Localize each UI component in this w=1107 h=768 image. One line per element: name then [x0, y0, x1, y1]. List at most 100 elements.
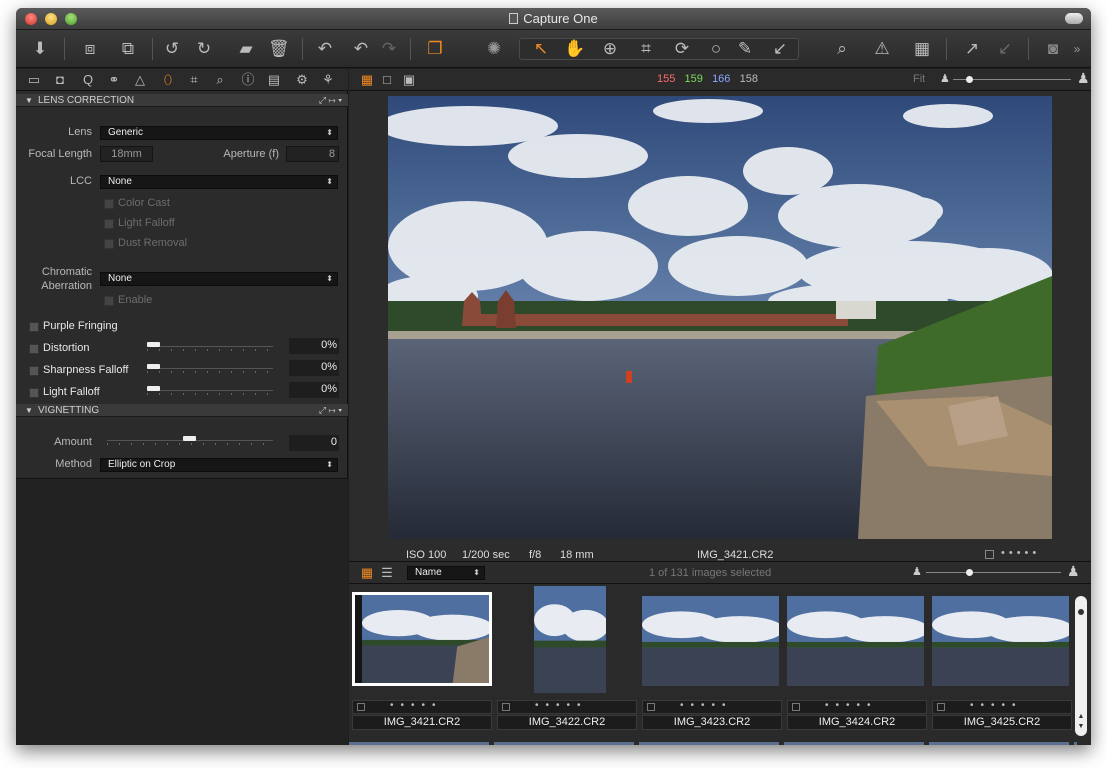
- chromatic-aberration-select[interactable]: None ⬍: [100, 272, 338, 286]
- camera-icon[interactable]: ◙: [1042, 39, 1064, 59]
- thumbnail-cell[interactable]: ••••• IMG_3421.CR2: [352, 592, 492, 736]
- thumbnail-checkbox[interactable]: [502, 703, 510, 711]
- rotate-left-icon[interactable]: ↺: [162, 39, 182, 59]
- lens-tab-icon[interactable]: ⬯: [160, 72, 176, 88]
- move-to-folder-icon[interactable]: ▰: [234, 39, 258, 59]
- thumbnail-rating-dots[interactable]: •••••: [970, 700, 1023, 711]
- library-tab-icon[interactable]: ▭: [26, 72, 42, 88]
- light-falloff-checkbox[interactable]: [29, 388, 39, 398]
- collapse-triangle-icon[interactable]: ▼: [25, 94, 33, 107]
- main-photo[interactable]: [388, 96, 1052, 539]
- export-icon[interactable]: ⧉: [116, 39, 140, 59]
- sharpness-falloff-checkbox[interactable]: [29, 366, 39, 376]
- import-icon[interactable]: ⬇: [30, 39, 50, 59]
- amount-slider[interactable]: [107, 435, 273, 447]
- color-tab-icon[interactable]: ⚭: [106, 72, 122, 88]
- apply-adjustments-icon[interactable]: ↙: [994, 39, 1016, 59]
- crop-tool-icon[interactable]: ⌗: [632, 39, 660, 59]
- overflow-chevron-icon[interactable]: »: [1070, 39, 1084, 59]
- color-cast-checkbox[interactable]: [104, 199, 114, 209]
- thumbnail-rating-dots[interactable]: •••••: [390, 700, 443, 711]
- grid-view-icon[interactable]: ▦: [359, 565, 375, 581]
- viewer-rating-dots[interactable]: •••••: [1001, 547, 1040, 559]
- keystone-tool-icon[interactable]: ○: [706, 39, 726, 59]
- distortion-slider[interactable]: [147, 341, 273, 353]
- multi-view-icon[interactable]: ▦: [359, 72, 375, 88]
- thumbnail-cell[interactable]: ••••• IMG_3423.CR2: [642, 596, 782, 736]
- composition-tab-icon[interactable]: ⌗: [186, 72, 202, 88]
- viewer-select-checkbox[interactable]: [985, 550, 994, 559]
- thumbnail-image[interactable]: [534, 586, 606, 693]
- picker-tool-icon[interactable]: ✎: [732, 39, 758, 59]
- dust-removal-checkbox[interactable]: [104, 239, 114, 249]
- distortion-value[interactable]: 0%: [289, 338, 339, 354]
- ca-enable-checkbox[interactable]: [104, 296, 114, 306]
- copy-adjustments-icon[interactable]: ↗: [961, 39, 983, 59]
- collapse-triangle-icon[interactable]: ▼: [25, 404, 33, 417]
- aperture-field[interactable]: 8: [286, 146, 339, 162]
- list-view-icon[interactable]: ☰: [379, 565, 395, 581]
- distortion-checkbox[interactable]: [29, 344, 39, 354]
- browser-scrollbar[interactable]: ▲ ▼: [1075, 596, 1087, 736]
- apply-tool-icon[interactable]: ↙: [766, 39, 794, 59]
- toolbar-toggle-button[interactable]: [1065, 13, 1083, 24]
- thumbnail-image[interactable]: [787, 596, 924, 686]
- variants-icon[interactable]: ❐: [422, 39, 448, 59]
- metadata-tab-icon[interactable]: ⓘ: [240, 72, 256, 88]
- thumbnail-rating-strip[interactable]: •••••: [497, 700, 637, 714]
- lens-select[interactable]: Generic ⬍: [100, 126, 338, 140]
- thumbnail-cell[interactable]: ••••• IMG_3422.CR2: [497, 586, 637, 736]
- pan-hand-icon[interactable]: ✋: [562, 39, 588, 59]
- thumbnail-cell[interactable]: ••••• IMG_3425.CR2: [932, 596, 1072, 736]
- grid-icon[interactable]: ▦: [911, 39, 933, 59]
- loupe-icon[interactable]: ⌕: [831, 39, 853, 59]
- thumbnail-image[interactable]: [352, 592, 492, 686]
- quick-tab-icon[interactable]: Q: [80, 72, 96, 88]
- output-tab-icon[interactable]: ▤: [266, 72, 282, 88]
- thumbnail-rating-dots[interactable]: •••••: [535, 700, 588, 711]
- thumbnail-rating-strip[interactable]: •••••: [932, 700, 1072, 714]
- exposure-tab-icon[interactable]: △: [132, 72, 148, 88]
- rotate-right-icon[interactable]: ↻: [194, 39, 214, 59]
- focal-length-field[interactable]: 18mm: [100, 146, 153, 162]
- light-falloff-slider[interactable]: [147, 385, 273, 397]
- thumbnail-checkbox[interactable]: [647, 703, 655, 711]
- light-falloff-lcc-checkbox[interactable]: [104, 219, 114, 229]
- thumbnail-checkbox[interactable]: [357, 703, 365, 711]
- thumbnail-image[interactable]: [642, 596, 779, 686]
- proof-view-icon[interactable]: ▣: [401, 72, 417, 88]
- thumbnail-rating-dots[interactable]: •••••: [825, 700, 878, 711]
- thumbnail-cell[interactable]: ••••• IMG_3424.CR2: [787, 596, 927, 736]
- zoom-tool-icon[interactable]: ⊕: [596, 39, 624, 59]
- amount-value[interactable]: 0: [289, 435, 339, 451]
- thumbnail-rating-strip[interactable]: •••••: [642, 700, 782, 714]
- section-controls-icon[interactable]: ⤢ ↦ ▾: [319, 94, 342, 107]
- method-select[interactable]: Elliptic on Crop ⬍: [100, 458, 338, 472]
- undo-icon[interactable]: ↶: [350, 39, 372, 59]
- thumbnail-size-slider[interactable]: [926, 567, 1061, 579]
- zoom-slider[interactable]: [953, 74, 1071, 86]
- exposure-warning-icon[interactable]: ⚠: [871, 39, 893, 59]
- reset-adjustments-icon[interactable]: ↶: [314, 39, 336, 59]
- light-falloff-value[interactable]: 0%: [289, 382, 339, 398]
- vignetting-header[interactable]: ▼ VIGNETTING ⤢ ↦ ▾: [16, 404, 348, 417]
- thumbnail-rating-strip[interactable]: •••••: [787, 700, 927, 714]
- select-cursor-icon[interactable]: ↖: [528, 39, 554, 59]
- settings-tab-icon[interactable]: ⚙: [294, 72, 310, 88]
- thumbnail-rating-dots[interactable]: •••••: [680, 700, 733, 711]
- capture-icon[interactable]: ⧈: [78, 39, 102, 59]
- single-view-icon[interactable]: □: [379, 72, 395, 88]
- batch-tab-icon[interactable]: ⚘: [320, 72, 336, 88]
- redo-icon[interactable]: ↷: [378, 39, 400, 59]
- thumbnail-image[interactable]: [932, 596, 1069, 686]
- purple-fringing-checkbox[interactable]: [29, 322, 39, 332]
- lcc-select[interactable]: None ⬍: [100, 175, 338, 189]
- capture-tab-icon[interactable]: ◘: [52, 72, 68, 88]
- sharpness-falloff-value[interactable]: 0%: [289, 360, 339, 376]
- rotate-tool-icon[interactable]: ⟳: [668, 39, 696, 59]
- trash-icon[interactable]: 🗑: [268, 39, 290, 59]
- thumbnail-checkbox[interactable]: [792, 703, 800, 711]
- sharpness-falloff-slider[interactable]: [147, 363, 273, 375]
- thumbnail-rating-strip[interactable]: •••••: [352, 700, 492, 714]
- details-tab-icon[interactable]: ⌕: [212, 72, 228, 88]
